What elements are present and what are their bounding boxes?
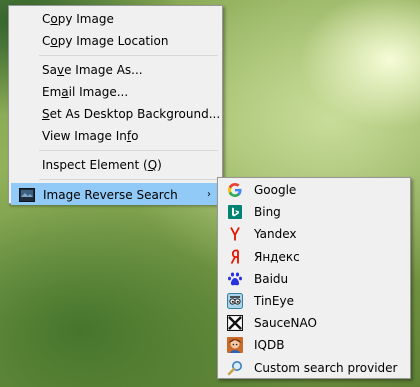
bing-icon: [227, 204, 243, 220]
submenu-item-yandex-ru[interactable]: Яндекс: [220, 246, 408, 268]
menu-item-save-image-as[interactable]: Save Image As...: [11, 59, 220, 81]
menu-item-image-reverse-search[interactable]: Image Reverse Search ›: [11, 183, 220, 205]
reverse-search-submenu: Google Bing Yandex Яндекс Baidu TinEye S…: [217, 177, 411, 379]
submenu-item-custom-search-provider[interactable]: Custom search provider: [220, 357, 408, 379]
menu-separator: [39, 55, 218, 56]
submenu-item-google[interactable]: Google: [220, 179, 408, 201]
menu-item-set-desktop-background[interactable]: Set As Desktop Background...: [11, 103, 220, 125]
google-icon: [227, 182, 243, 198]
yandex-icon: [227, 226, 243, 242]
menu-item-view-image-info[interactable]: View Image Info: [11, 125, 220, 147]
saucenao-icon: [227, 315, 243, 332]
context-menu: Copy Image Copy Image Location Save Imag…: [8, 5, 223, 205]
menu-separator: [39, 179, 218, 180]
submenu-item-iqdb[interactable]: IQDB: [220, 334, 408, 356]
submenu-item-baidu[interactable]: Baidu: [220, 268, 408, 290]
image-search-icon: [19, 187, 35, 203]
submenu-item-yandex[interactable]: Yandex: [220, 223, 408, 245]
menu-item-copy-image[interactable]: Copy Image: [11, 8, 220, 30]
menu-item-inspect-element[interactable]: Inspect Element (Q): [11, 154, 220, 176]
submenu-item-saucenao[interactable]: SauceNAO: [220, 312, 408, 334]
yandex-ru-icon: [227, 249, 243, 265]
tineye-icon: [227, 292, 243, 309]
baidu-icon: [227, 271, 243, 287]
submenu-item-bing[interactable]: Bing: [220, 201, 408, 223]
submenu-arrow-icon: ›: [207, 189, 211, 200]
iqdb-icon: [227, 337, 243, 354]
menu-item-copy-image-location[interactable]: Copy Image Location: [11, 30, 220, 52]
menu-separator: [39, 150, 218, 151]
menu-item-email-image[interactable]: Email Image...: [11, 81, 220, 103]
submenu-item-tineye[interactable]: TinEye: [220, 290, 408, 312]
search-icon: [227, 360, 243, 376]
